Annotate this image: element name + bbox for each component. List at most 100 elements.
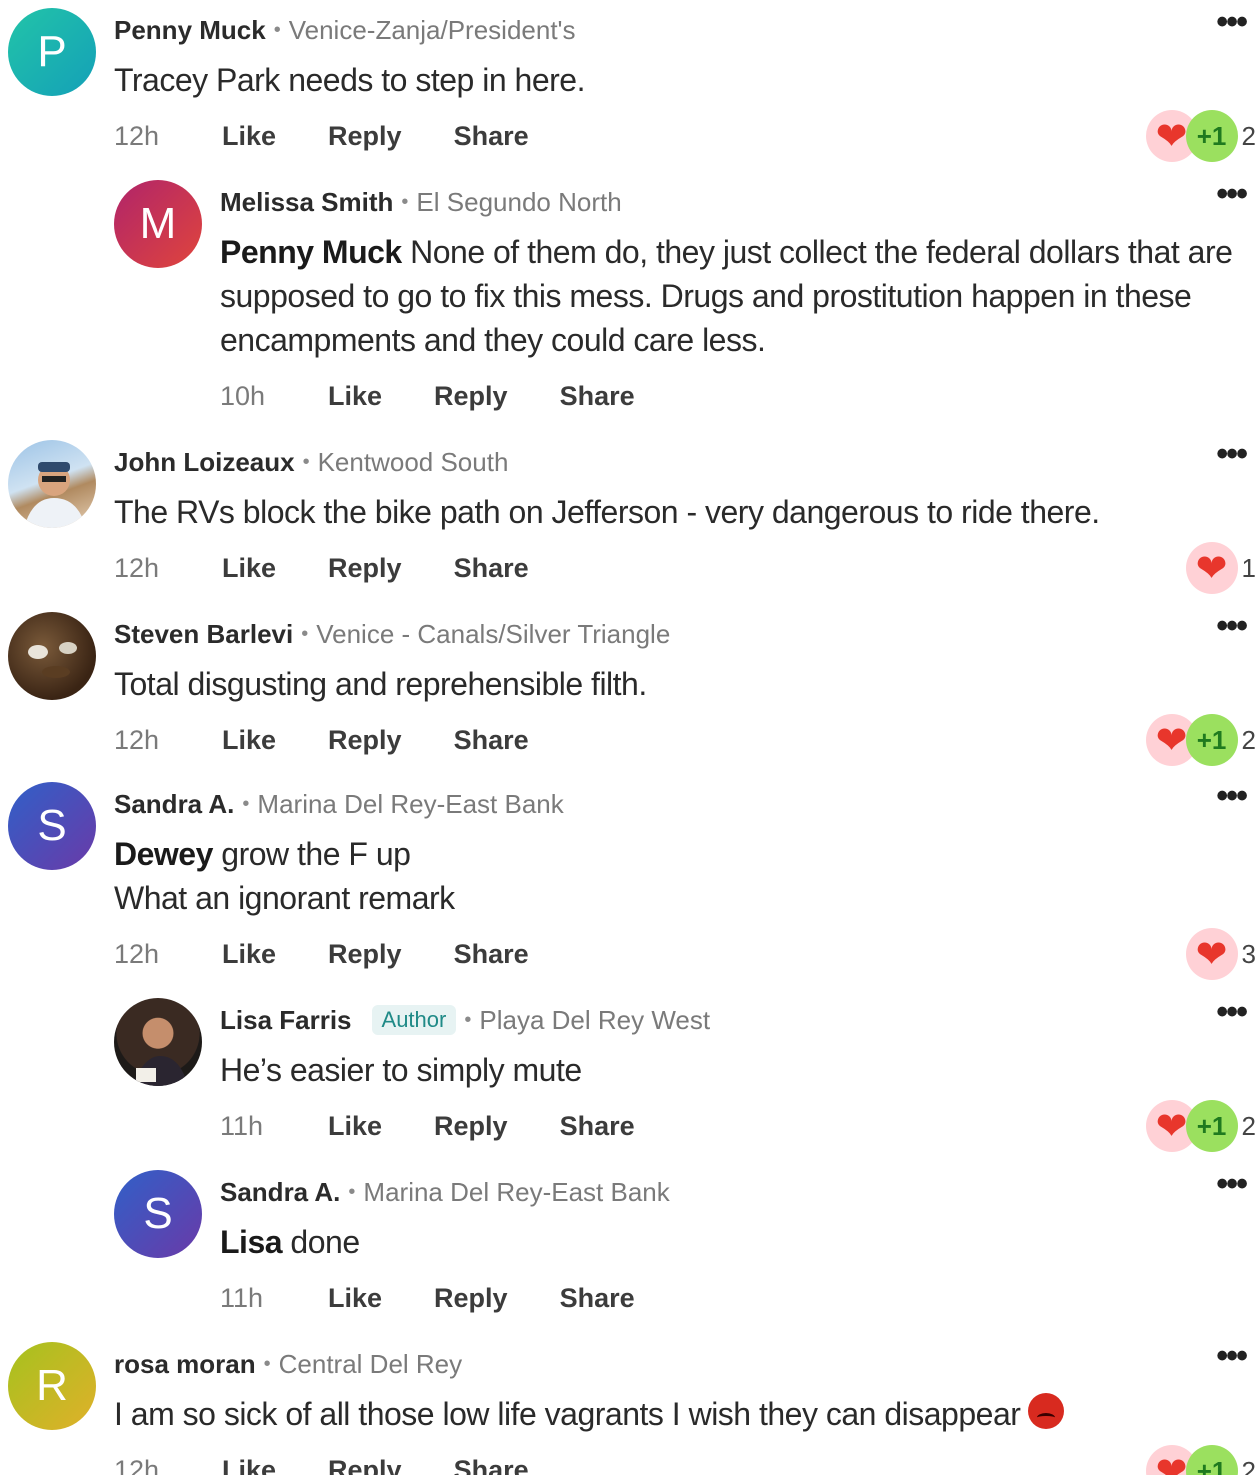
mention-link[interactable]: Dewey [114, 836, 213, 872]
timestamp: 10h [220, 380, 266, 411]
share-button[interactable]: Share [454, 1455, 529, 1475]
reply-button[interactable]: Reply [434, 381, 508, 412]
reply-button[interactable]: Reply [328, 725, 402, 756]
profile-photo [24, 462, 86, 528]
author-location[interactable]: Venice-Zanja/President's [289, 15, 576, 46]
like-button[interactable]: Like [328, 1111, 382, 1142]
avatar[interactable]: S [8, 782, 96, 870]
comment-body: Sandra A. • Marina Del Rey-East Bank Dew… [114, 784, 1260, 974]
avatar[interactable]: M [114, 180, 202, 268]
share-button[interactable]: Share [560, 1283, 635, 1314]
reaction-summary[interactable]: ❤ +1 2 [1145, 1098, 1256, 1154]
share-button[interactable]: Share [454, 121, 529, 152]
author-location[interactable]: Marina Del Rey-East Bank [257, 789, 563, 820]
share-button[interactable]: Share [560, 381, 635, 412]
author-location[interactable]: Kentwood South [318, 447, 509, 478]
comment: R rosa moran • Central Del Rey I am so s… [0, 1334, 1260, 1475]
comment-actions: 12h Like Reply Share [114, 548, 1260, 588]
author-location[interactable]: Venice - Canals/Silver Triangle [316, 619, 670, 650]
separator-dot: • [242, 792, 250, 815]
reply-button[interactable]: Reply [328, 1455, 402, 1475]
author-name[interactable]: Melissa Smith [220, 187, 393, 218]
comment-text: He’s easier to simply mute [220, 1052, 582, 1088]
share-button[interactable]: Share [454, 553, 529, 584]
timestamp: 12h [114, 120, 160, 151]
reaction-count: 1 [1241, 552, 1256, 583]
more-options-icon[interactable]: ••• [1216, 177, 1248, 211]
author-name[interactable]: Lisa Farris [220, 1005, 352, 1036]
comment-header: Steven Barlevi • Venice - Canals/Silver … [114, 614, 1260, 654]
like-button[interactable]: Like [222, 1455, 276, 1475]
comment-actions: 12h Like Reply Share [114, 934, 1260, 974]
author-location[interactable]: Marina Del Rey-East Bank [363, 1177, 669, 1208]
share-button[interactable]: Share [454, 939, 529, 970]
timestamp: 12h [114, 724, 160, 755]
author-name[interactable]: Steven Barlevi [114, 619, 293, 650]
like-button[interactable]: Like [222, 725, 276, 756]
comment-actions: 10h Like Reply Share [220, 376, 1260, 416]
like-button[interactable]: Like [222, 553, 276, 584]
separator-dot: • [401, 190, 409, 213]
comment-body: John Loizeaux • Kentwood South The RVs b… [114, 442, 1260, 588]
comment-actions: 11h Like Reply Share [220, 1278, 1260, 1318]
avatar[interactable] [8, 440, 96, 528]
reply-button[interactable]: Reply [434, 1111, 508, 1142]
plus-one-reaction-icon: +1 [1185, 1100, 1238, 1152]
avatar[interactable]: R [8, 1342, 96, 1430]
author-name[interactable]: John Loizeaux [114, 447, 295, 478]
reaction-summary[interactable]: ❤ 3 [1185, 926, 1256, 982]
more-options-icon[interactable]: ••• [1216, 995, 1248, 1029]
reaction-summary[interactable]: ❤ 1 [1185, 540, 1256, 596]
author-location[interactable]: Central Del Rey [279, 1349, 463, 1380]
more-options-icon[interactable]: ••• [1216, 779, 1248, 813]
comment-body: Penny Muck • Venice-Zanja/President's Tr… [114, 10, 1260, 156]
more-options-icon[interactable]: ••• [1216, 1167, 1248, 1201]
more-options-icon[interactable]: ••• [1216, 609, 1248, 643]
author-name[interactable]: Penny Muck [114, 15, 266, 46]
comment-body: Steven Barlevi • Venice - Canals/Silver … [114, 614, 1260, 760]
author-name[interactable]: Sandra A. [220, 1177, 340, 1208]
reply-button[interactable]: Reply [328, 121, 402, 152]
comment-header: Melissa Smith • El Segundo North [220, 182, 1260, 222]
reply-button[interactable]: Reply [328, 939, 402, 970]
timestamp: 12h [114, 938, 160, 969]
author-location[interactable]: Playa Del Rey West [479, 1005, 710, 1036]
reaction-summary[interactable]: ❤ +1 2 [1145, 1443, 1256, 1475]
author-name[interactable]: rosa moran [114, 1349, 256, 1380]
reply-button[interactable]: Reply [328, 553, 402, 584]
reaction-summary[interactable]: ❤ +1 2 [1145, 712, 1256, 768]
comment-actions: 11h Like Reply Share [220, 1106, 1260, 1146]
reply-button[interactable]: Reply [434, 1283, 508, 1314]
comment-body: rosa moran • Central Del Rey I am so sic… [114, 1344, 1260, 1475]
share-button[interactable]: Share [560, 1111, 635, 1142]
avatar[interactable]: S [114, 1170, 202, 1258]
mention-link[interactable]: Penny Muck [220, 234, 402, 270]
like-button[interactable]: Like [328, 381, 382, 412]
author-name[interactable]: Sandra A. [114, 789, 234, 820]
like-button[interactable]: Like [222, 939, 276, 970]
comment-text-content: grow the F up [221, 836, 411, 872]
more-options-icon[interactable]: ••• [1216, 1339, 1248, 1373]
comment-body: Sandra A. • Marina Del Rey-East Bank Lis… [220, 1172, 1260, 1318]
separator-dot: • [302, 450, 310, 473]
reaction-count: 2 [1241, 120, 1256, 151]
mention-link[interactable]: Lisa [220, 1224, 283, 1260]
comment-header: Lisa Farris Author • Playa Del Rey West [220, 1000, 1260, 1040]
avatar[interactable] [114, 998, 202, 1086]
comment-header: Sandra A. • Marina Del Rey-East Bank [114, 784, 1260, 824]
avatar[interactable]: P [8, 8, 96, 96]
comment: Steven Barlevi • Venice - Canals/Silver … [0, 604, 1260, 774]
separator-dot: • [464, 1008, 472, 1031]
more-options-icon[interactable]: ••• [1216, 437, 1248, 471]
reaction-summary[interactable]: ❤ +1 2 [1145, 108, 1256, 164]
avatar[interactable] [8, 612, 96, 700]
like-button[interactable]: Like [222, 121, 276, 152]
comment-actions: 12h Like Reply Share [114, 1450, 1260, 1475]
comment-body: Melissa Smith • El Segundo North Penny M… [220, 182, 1260, 416]
like-button[interactable]: Like [328, 1283, 382, 1314]
timestamp: 12h [114, 552, 160, 583]
reaction-count: 2 [1241, 1455, 1256, 1475]
author-location[interactable]: El Segundo North [416, 187, 621, 218]
more-options-icon[interactable]: ••• [1216, 5, 1248, 39]
share-button[interactable]: Share [454, 725, 529, 756]
